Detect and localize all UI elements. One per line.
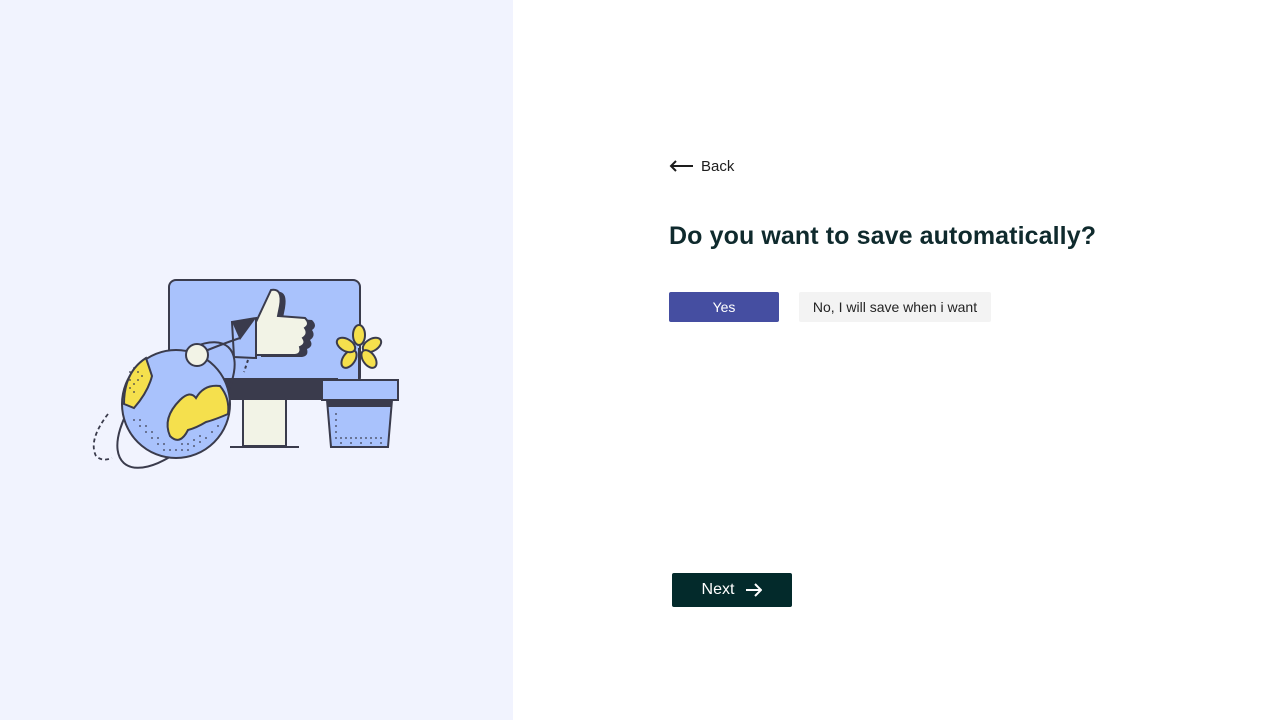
back-link[interactable]: Back: [669, 155, 734, 177]
next-label: Next: [701, 581, 735, 598]
arrow-right-icon: [746, 583, 763, 597]
back-label: Back: [701, 157, 735, 175]
next-button[interactable]: Next: [672, 573, 792, 607]
no-option-button[interactable]: No, I will save when i want: [799, 292, 991, 322]
page-title: Do you want to save automatically?: [669, 222, 1097, 250]
computer-illustration: [92, 279, 399, 469]
illustration-panel: [0, 0, 513, 720]
yes-option-button[interactable]: Yes: [669, 292, 779, 322]
arrow-left-icon: [669, 160, 693, 172]
